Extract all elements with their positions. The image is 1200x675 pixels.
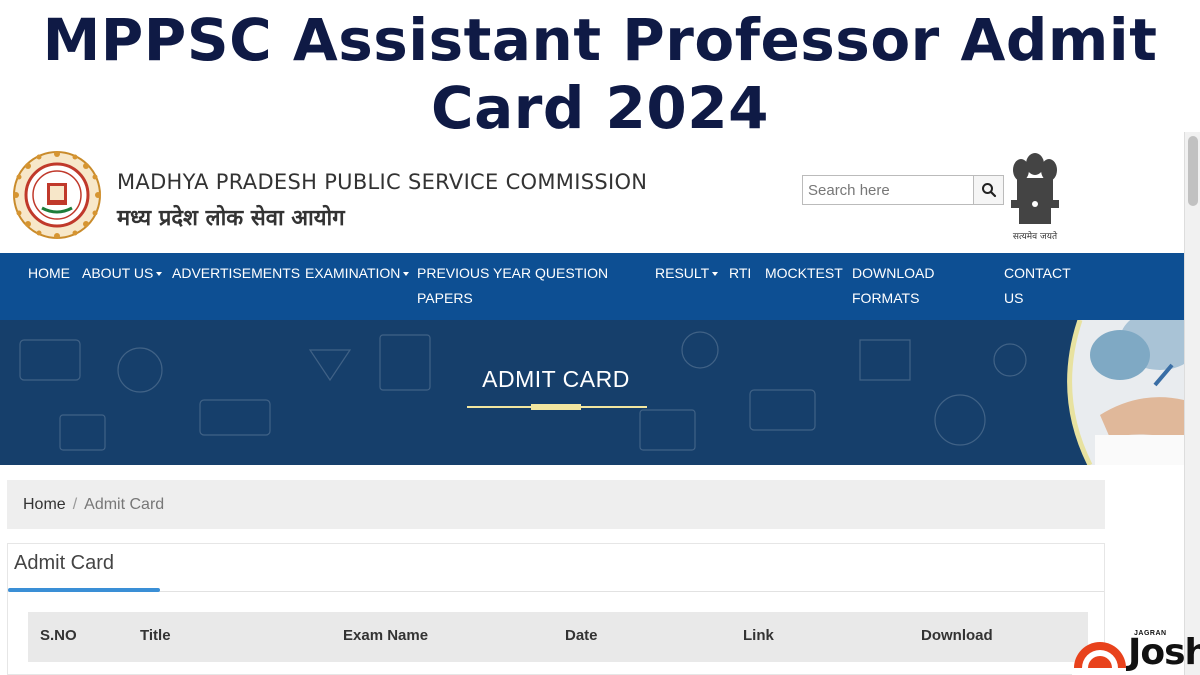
nav-result-label: RESULT: [655, 265, 710, 281]
nav-examination-label: EXAMINATION: [305, 265, 401, 281]
headline-line-1: MPPSC Assistant Professor Admit: [42, 6, 1158, 74]
column-header-link: Link: [743, 627, 774, 644]
nav-advertisements-label: ADVERTISEMENTS: [172, 265, 301, 281]
chevron-down-icon: [712, 272, 719, 277]
headline-line-2: Card 2024: [419, 74, 781, 142]
nav-contact-label-line1: CONTACT: [1004, 265, 1071, 281]
nav-pyq-label-line2: PAPERS: [417, 290, 473, 306]
org-name-english: MADHYA PRADESH PUBLIC SERVICE COMMISSION: [117, 170, 648, 194]
nav-result[interactable]: RESULT: [655, 261, 719, 286]
sun-logo-icon: [1072, 642, 1128, 675]
nav-contact-label-line2: US: [1004, 290, 1024, 306]
chevron-down-icon: [403, 272, 410, 277]
admit-card-table-header: S.NO Title Exam Name Date Link Download: [28, 612, 1088, 662]
nav-contact-us[interactable]: CONTACT US: [1004, 261, 1071, 311]
column-header-date: Date: [565, 627, 598, 644]
nav-examination[interactable]: EXAMINATION: [305, 261, 410, 286]
page-banner: ADMIT CARD: [0, 320, 1184, 465]
banner-title: ADMIT CARD: [482, 366, 630, 392]
column-header-sno: S.NO: [40, 627, 77, 644]
jagran-josh-logo: JAGRAN Josh: [1072, 628, 1200, 675]
column-header-title: Title: [140, 627, 171, 644]
nav-mocktest[interactable]: MOCKTEST: [765, 261, 843, 286]
nav-home[interactable]: HOME: [28, 261, 70, 286]
nav-download-label-line2: FORMATS: [852, 290, 920, 306]
admit-card-panel: Admit Card S.NO Title Exam Name Date Lin…: [7, 543, 1105, 675]
website-screenshot: MADHYA PRADESH PUBLIC SERVICE COMMISSION…: [0, 138, 1184, 675]
search-box: [802, 175, 1004, 205]
breadcrumb-home-link[interactable]: Home: [23, 496, 66, 514]
nav-pyq-label-line1: PREVIOUS YEAR QUESTION: [417, 265, 609, 281]
national-emblem-icon: सत्यमेव जयते: [1011, 153, 1059, 242]
search-button[interactable]: [973, 176, 1003, 204]
banner-underline-accent: [531, 404, 581, 410]
nav-rti-label: RTI: [729, 265, 752, 281]
emblem-motto: सत्यमेव जयते: [1013, 230, 1058, 242]
panel-divider: [8, 591, 1104, 592]
nav-download-formats[interactable]: DOWNLOAD FORMATS: [852, 261, 934, 311]
breadcrumb: Home / Admit Card: [7, 480, 1105, 529]
mppsc-seal-icon[interactable]: [12, 150, 102, 240]
search-input[interactable]: [803, 176, 973, 204]
breadcrumb-separator: /: [72, 495, 78, 513]
nav-about-label: ABOUT US: [82, 265, 154, 281]
column-header-exam-name: Exam Name: [343, 627, 429, 644]
panel-title-accent: [8, 588, 160, 592]
nav-rti[interactable]: RTI: [729, 261, 751, 286]
nav-about-us[interactable]: ABOUT US: [82, 261, 163, 286]
exam-writing-photo: [1067, 320, 1184, 465]
page-scrollbar[interactable]: [1184, 132, 1200, 675]
org-name-hindi: मध्य प्रदेश लोक सेवा आयोग: [117, 206, 345, 231]
nav-download-label-line1: DOWNLOAD: [852, 265, 935, 281]
search-icon: [981, 183, 996, 198]
nav-mocktest-label: MOCKTEST: [765, 265, 843, 281]
nav-advertisements[interactable]: ADVERTISEMENTS: [172, 261, 300, 286]
headline: MPPSC Assistant Professor Admit Card 202…: [0, 0, 1200, 160]
logo-josh-text: Josh: [1128, 632, 1200, 673]
column-header-download: Download: [921, 627, 993, 644]
main-navigation: HOME ABOUT US ADVERTISEMENTS EXAMINATION…: [0, 253, 1184, 320]
nav-home-label: HOME: [28, 265, 70, 281]
panel-title: Admit Card: [14, 552, 115, 574]
chevron-down-icon: [156, 272, 163, 277]
breadcrumb-current: Admit Card: [84, 495, 165, 513]
nav-previous-year-papers[interactable]: PREVIOUS YEAR QUESTION PAPERS: [417, 261, 608, 311]
